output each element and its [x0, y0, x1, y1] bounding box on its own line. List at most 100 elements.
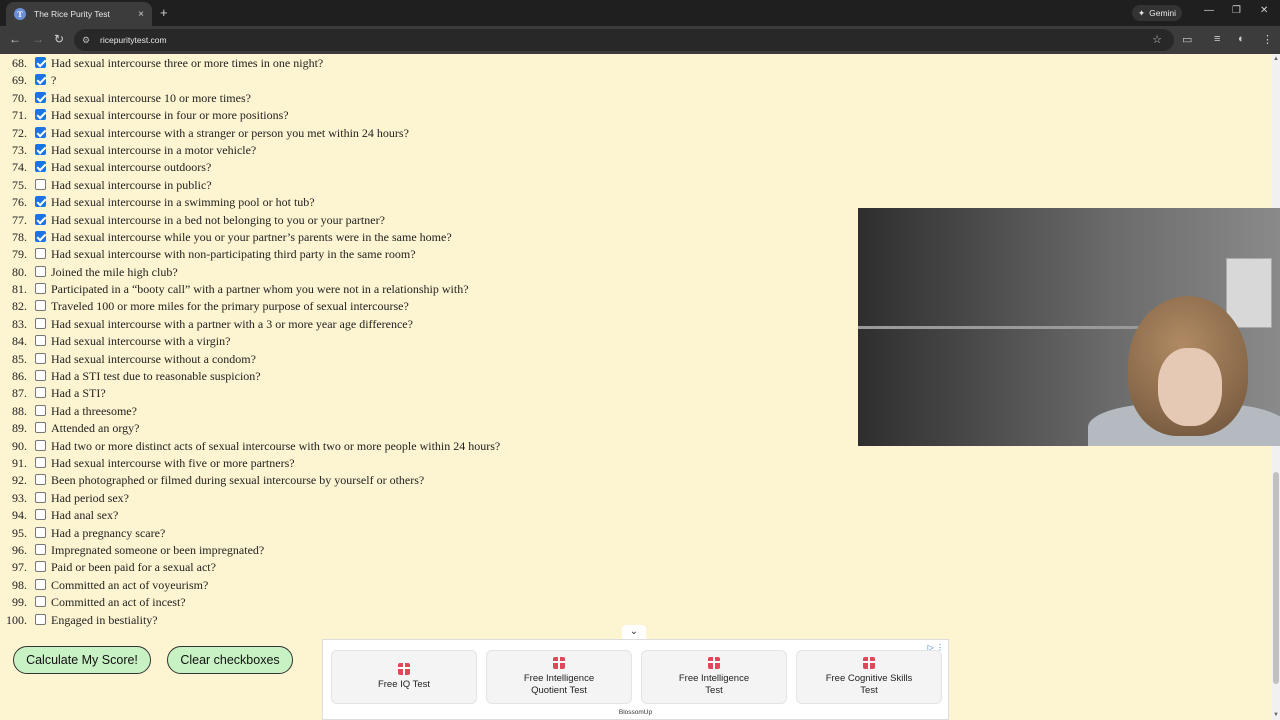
question-checkbox[interactable]	[35, 543, 46, 555]
question-text: Had sexual intercourse while you or your…	[51, 229, 452, 244]
question-checkbox[interactable]	[35, 456, 46, 468]
question-text: Joined the mile high club?	[51, 264, 178, 279]
cast-icon[interactable]: ▭	[1182, 33, 1192, 46]
question-text: Participated in a “booty call” with a pa…	[51, 282, 469, 297]
question-item: 97. Paid or been paid for a sexual act?	[0, 559, 800, 576]
question-number: 87.	[12, 386, 27, 401]
question-checkbox[interactable]	[35, 74, 46, 86]
question-number: 74.	[12, 160, 27, 175]
question-text: Had sexual intercourse in a bed not belo…	[51, 212, 385, 227]
question-number: 84.	[12, 334, 27, 349]
tab-close-icon[interactable]: ×	[138, 9, 144, 20]
question-checkbox[interactable]	[35, 126, 46, 138]
tab-rice-purity[interactable]: T The Rice Purity Test ×	[6, 2, 152, 26]
scrollbar-thumb[interactable]	[1273, 472, 1279, 684]
question-checkbox[interactable]	[35, 578, 46, 590]
gemini-label: Gemini	[1149, 8, 1177, 18]
question-text: Had sexual intercourse with non-particip…	[51, 247, 416, 262]
question-text: Engaged in bestiality?	[51, 612, 158, 627]
question-checkbox[interactable]	[35, 352, 46, 364]
address-bar[interactable]: ⚙ ricepuritytest.com ☆	[74, 29, 1174, 51]
question-text: Had a STI test due to reasonable suspici…	[51, 369, 261, 384]
minimize-icon[interactable]: —	[1204, 5, 1214, 16]
question-checkbox[interactable]	[35, 561, 46, 573]
question-checkbox[interactable]	[35, 317, 46, 329]
scroll-down-icon[interactable]: ▼	[1273, 712, 1279, 718]
question-checkbox[interactable]	[35, 335, 46, 347]
ad-card[interactable]: Free Cognitive Skills Test	[796, 650, 942, 704]
question-checkbox[interactable]	[35, 404, 46, 416]
question-checkbox[interactable]	[35, 370, 46, 382]
question-item: 77. Had sexual intercourse in a bed not b…	[0, 212, 800, 229]
question-checkbox[interactable]	[35, 526, 46, 538]
question-text: Paid or been paid for a sexual act?	[51, 560, 216, 575]
close-window-icon[interactable]: ✕	[1260, 5, 1268, 16]
question-number: 76.	[12, 195, 27, 210]
question-checkbox[interactable]	[35, 213, 46, 225]
question-number: 92.	[12, 473, 27, 488]
url-text: ricepuritytest.com	[100, 35, 167, 45]
webcam-fridge	[1226, 258, 1272, 328]
question-checkbox[interactable]	[35, 387, 46, 399]
question-text: Had sexual intercourse three or more tim…	[51, 56, 324, 70]
question-checkbox[interactable]	[35, 230, 46, 242]
question-text: Had sexual intercourse outdoors?	[51, 160, 212, 175]
clear-checkboxes-button[interactable]: Clear checkboxes	[167, 646, 293, 674]
question-checkbox[interactable]	[35, 613, 46, 625]
question-text: Had sexual intercourse with a partner wi…	[51, 316, 413, 331]
ad-collapse-chevron-icon[interactable]: ⌄	[622, 625, 646, 639]
ad-card[interactable]: Free Intelligence Test	[641, 650, 787, 704]
question-text: Had sexual intercourse with a stranger o…	[51, 125, 409, 140]
question-checkbox[interactable]	[35, 491, 46, 503]
question-checkbox[interactable]	[35, 143, 46, 155]
question-checkbox[interactable]	[35, 109, 46, 121]
forward-arrow-icon[interactable]: →	[32, 32, 44, 46]
question-checkbox[interactable]	[35, 248, 46, 260]
question-text: Had a STI?	[51, 386, 106, 401]
tab-strip: T The Rice Purity Test × + ✦ Gemini — ❐ …	[0, 0, 1280, 26]
gemini-button[interactable]: ✦ Gemini	[1132, 5, 1183, 21]
question-item: 87. Had a STI?	[0, 385, 800, 402]
back-arrow-icon[interactable]: ←	[9, 32, 21, 46]
question-checkbox[interactable]	[35, 596, 46, 608]
question-checkbox[interactable]	[35, 178, 46, 190]
question-checkbox[interactable]	[35, 283, 46, 295]
question-checkbox[interactable]	[35, 439, 46, 451]
question-checkbox[interactable]	[35, 196, 46, 208]
question-item: 95. Had a pregnancy scare?	[0, 525, 800, 542]
sparkle-icon: ✦	[1138, 7, 1146, 18]
ad-card[interactable]: Free Intelligence Quotient Test	[486, 650, 632, 704]
restore-icon[interactable]: ❐	[1232, 5, 1241, 16]
bookmark-star-icon[interactable]: ☆	[1152, 33, 1162, 46]
question-number: 94.	[12, 508, 27, 523]
question-text: Had sexual intercourse without a condom?	[51, 351, 256, 366]
menu-kebab-icon[interactable]: ⋮	[1262, 33, 1273, 46]
question-checkbox[interactable]	[35, 91, 46, 103]
ad-card[interactable]: Free IQ Test	[331, 650, 477, 704]
scroll-up-icon[interactable]: ▲	[1273, 56, 1279, 62]
reload-icon[interactable]: ↻	[54, 32, 64, 46]
question-checkbox[interactable]	[35, 161, 46, 173]
question-number: 97.	[12, 560, 27, 575]
question-checkbox[interactable]	[35, 509, 46, 521]
question-item: 71. Had sexual intercourse in four or mor…	[0, 107, 800, 124]
question-number: 79.	[12, 247, 27, 262]
gift-icon	[553, 657, 565, 669]
question-checkbox[interactable]	[35, 57, 46, 68]
question-number: 71.	[12, 108, 27, 123]
calculate-score-button[interactable]: Calculate My Score!	[13, 646, 151, 674]
question-item: 100. Engaged in bestiality?	[0, 612, 800, 629]
question-checkbox[interactable]	[35, 300, 46, 312]
question-number: 90.	[12, 438, 27, 453]
question-number: 89.	[12, 421, 27, 436]
profile-icon[interactable]: ◐	[1238, 33, 1245, 45]
question-checkbox[interactable]	[35, 474, 46, 486]
question-checkbox[interactable]	[35, 422, 46, 434]
gift-icon	[863, 657, 875, 669]
site-info-icon[interactable]: ⚙	[82, 35, 92, 45]
ad-card-label: Free Cognitive Skills Test	[825, 673, 913, 696]
extensions-icon[interactable]: ≡	[1214, 33, 1220, 45]
new-tab-button[interactable]: +	[160, 5, 168, 20]
question-checkbox[interactable]	[35, 265, 46, 277]
question-item: 89. Attended an orgy?	[0, 420, 800, 437]
